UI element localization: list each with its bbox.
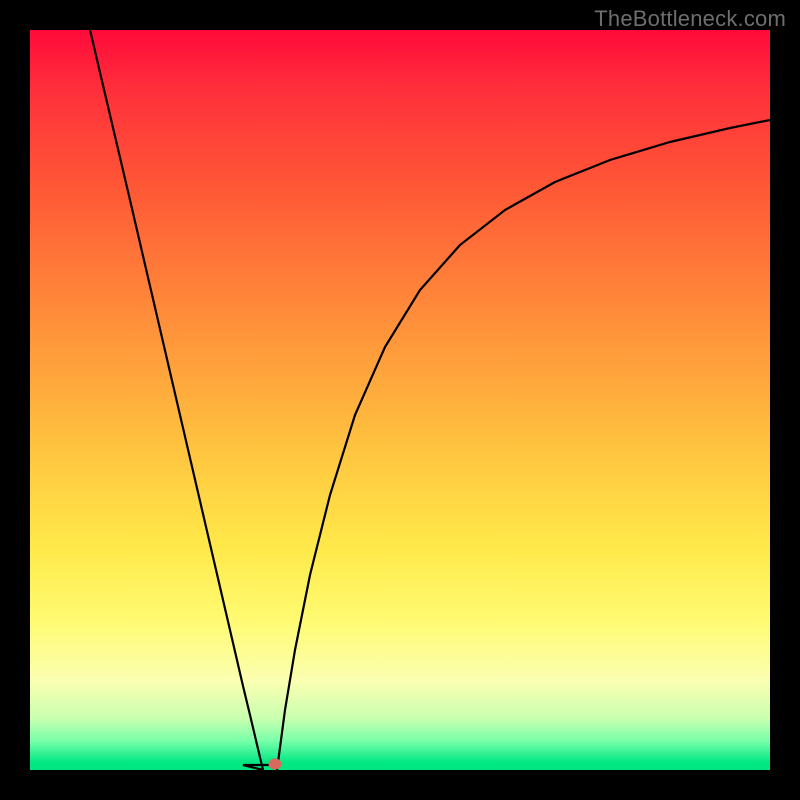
minimum-marker <box>269 759 282 770</box>
watermark-text: TheBottleneck.com <box>594 6 786 32</box>
bottleneck-curve <box>90 30 770 770</box>
chart-frame: TheBottleneck.com <box>0 0 800 800</box>
curve-svg <box>30 30 770 770</box>
plot-area <box>30 30 770 770</box>
